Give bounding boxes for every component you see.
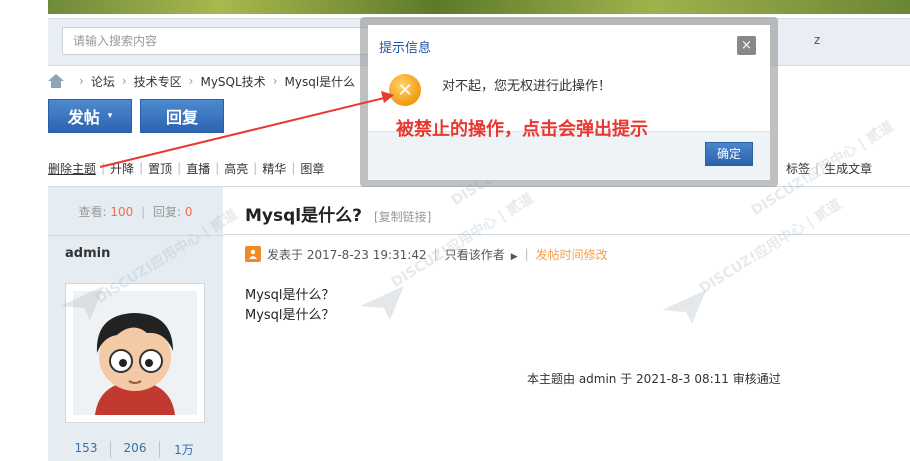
mod-live[interactable]: 直播	[186, 160, 210, 177]
breadcrumb-item-mysql-tech[interactable]: MySQL技术	[200, 73, 265, 90]
breadcrumb-item-tech-zone[interactable]: 技术专区	[134, 73, 182, 90]
alert-dialog: 提示信息 × ✕ 对不起，您无权进行此操作！ 确定	[368, 25, 770, 180]
mod-sticky[interactable]: 置顶	[148, 160, 172, 177]
moderation-bar: 删除主题 | 升降 | 置顶 | 直播 | 高亮 | 精华 | 图章	[48, 158, 324, 178]
divider: |	[139, 161, 144, 175]
post-body-line: Mysql是什么？	[245, 288, 335, 303]
breadcrumb-item-forum[interactable]: 论坛	[91, 73, 115, 90]
author-count-posts[interactable]: 206	[110, 441, 159, 458]
author-sidebar: 查看: 100 | 回复: 0 admin 153 206 1万	[48, 187, 223, 461]
divider: |	[101, 161, 106, 175]
dialog-message: 对不起，您无权进行此操作！	[442, 79, 612, 94]
views-count: 100	[110, 205, 134, 219]
mod-stamp[interactable]: 图章	[300, 160, 324, 177]
divider: |	[291, 161, 296, 175]
author-count-topics[interactable]: 153	[62, 441, 110, 458]
mod-generate-article[interactable]: 生成文章	[824, 160, 872, 177]
divider: |	[524, 247, 529, 261]
watermark-arrow-icon	[662, 290, 706, 324]
divider: |	[433, 247, 438, 261]
thread-title: Mysql是什么?	[245, 206, 362, 226]
divider: |	[815, 161, 820, 175]
author-name[interactable]: admin	[65, 246, 110, 261]
close-icon[interactable]: ×	[737, 36, 756, 55]
header-banner-image	[48, 0, 910, 14]
breadcrumb: › 论坛 › 技术专区 › MySQL技术 › Mysql是什么	[48, 72, 355, 90]
search-suffix: z	[814, 33, 821, 47]
divider: |	[215, 161, 220, 175]
mod-delete-thread[interactable]: 删除主题	[48, 160, 96, 177]
new-post-button[interactable]: 发帖 ▾	[48, 99, 132, 133]
post-body: Mysql是什么？ Mysql是什么？	[245, 286, 335, 326]
moderation-bar-right: 标签 | 生成文章	[786, 158, 872, 178]
thread-title-row: Mysql是什么? [复制链接]	[245, 201, 431, 226]
divider	[223, 234, 910, 235]
chevron-down-icon: ▾	[107, 111, 113, 121]
post-meta: 发表于 2017-8-23 19:31:42 | 只看该作者 ▶ | 发帖时间修改	[245, 245, 608, 263]
audit-note: 本主题由 admin 于 2021-8-3 08:11 审核通过	[527, 372, 781, 386]
thread-stats: 查看: 100 | 回复: 0	[48, 203, 223, 220]
breadcrumb-separator: ›	[188, 74, 194, 88]
author-counts: 153 206 1万	[62, 441, 208, 458]
annotation-text: 被禁止的操作，点击会弹出提示	[396, 119, 648, 140]
mod-digest[interactable]: 精华	[262, 160, 286, 177]
divider: |	[177, 161, 182, 175]
user-icon	[245, 246, 261, 262]
watermark-text: DISCUZ!应用中心 | 贰道	[696, 196, 845, 298]
reply-label: 回复	[165, 108, 198, 127]
copy-link-button[interactable]: [复制链接]	[374, 208, 431, 225]
mod-highlight[interactable]: 高亮	[224, 160, 248, 177]
dialog-title: 提示信息	[379, 41, 432, 56]
watermark-arrow-icon	[360, 286, 404, 320]
divider	[48, 235, 223, 236]
replies-label: 回复:	[152, 205, 182, 219]
new-post-label: 发帖	[67, 108, 100, 127]
replies-count: 0	[184, 205, 193, 219]
mod-bump[interactable]: 升降	[110, 160, 134, 177]
avatar-illustration	[73, 291, 197, 415]
author-count-points[interactable]: 1万	[159, 441, 208, 458]
views-label: 查看:	[78, 205, 107, 219]
avatar[interactable]	[65, 283, 205, 423]
breadcrumb-separator: ›	[272, 74, 278, 88]
caret-right-icon: ▶	[510, 251, 518, 262]
divider: |	[141, 205, 146, 219]
divider: |	[253, 161, 258, 175]
avatar-image	[73, 291, 197, 415]
breadcrumb-separator: ›	[79, 74, 84, 88]
edit-post-time-link[interactable]: 发帖时间修改	[536, 246, 608, 263]
error-icon: ✕	[389, 74, 421, 106]
only-author-link[interactable]: 只看该作者 ▶	[445, 246, 518, 263]
breadcrumb-item-thread[interactable]: Mysql是什么	[285, 73, 356, 90]
reply-button[interactable]: 回复	[140, 99, 224, 133]
ok-button[interactable]: 确定	[705, 142, 753, 166]
breadcrumb-separator: ›	[121, 74, 127, 88]
watermark: DISCUZ!应用中心 | 贰道	[695, 194, 845, 298]
mod-tags[interactable]: 标签	[786, 160, 810, 177]
only-author-label: 只看该作者	[444, 247, 505, 262]
home-icon[interactable]	[48, 74, 64, 88]
post-time: 发表于 2017-8-23 19:31:42	[267, 247, 427, 262]
post-body-line: Mysql是什么？	[245, 308, 335, 323]
